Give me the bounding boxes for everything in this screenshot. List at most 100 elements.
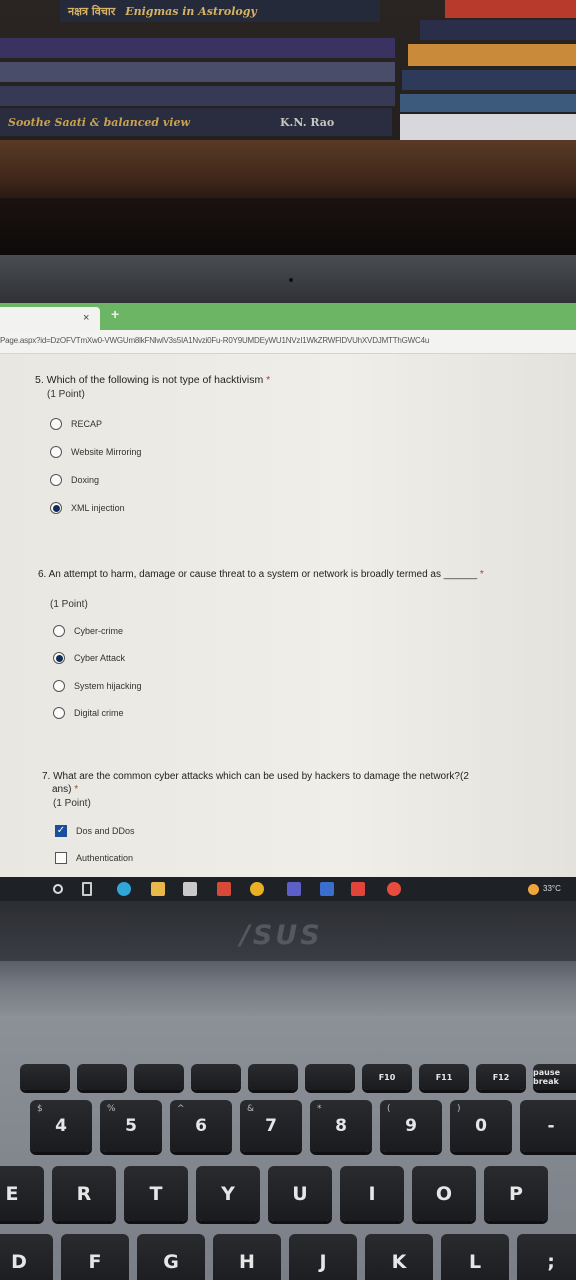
option-website-mirroring[interactable]: Website Mirroring bbox=[50, 446, 141, 458]
book-spine: Soothe Saati & balanced view K.N. Rao bbox=[0, 108, 392, 136]
key-label: 0 bbox=[475, 1116, 487, 1136]
function-key[interactable] bbox=[134, 1064, 184, 1090]
webcam bbox=[289, 278, 293, 282]
radio-button[interactable] bbox=[50, 418, 62, 430]
task-view-icon[interactable] bbox=[82, 882, 92, 896]
radio-button-selected[interactable] bbox=[53, 652, 65, 664]
bookshelf: नक्षत्र विचार Enigmas in Astrology Sooth… bbox=[0, 0, 576, 260]
function-key[interactable] bbox=[191, 1064, 241, 1090]
tab-close-button[interactable]: × bbox=[83, 312, 89, 324]
option-cyber-crime[interactable]: Cyber-crime bbox=[53, 625, 123, 637]
key-shift-label: * bbox=[317, 1104, 322, 1114]
radio-button[interactable] bbox=[53, 707, 65, 719]
function-key[interactable] bbox=[77, 1064, 127, 1090]
radio-button-selected[interactable] bbox=[50, 502, 62, 514]
number-key[interactable]: 7 & bbox=[240, 1100, 302, 1152]
book-title: Soothe Saati & balanced view bbox=[8, 115, 190, 129]
function-key[interactable] bbox=[20, 1064, 70, 1090]
question-7-points: (1 Point) bbox=[53, 798, 91, 809]
book-spine bbox=[445, 0, 576, 18]
question-text: 7. What are the common cyber attacks whi… bbox=[42, 771, 469, 782]
teams-icon[interactable] bbox=[287, 882, 301, 896]
letter-key[interactable]: F bbox=[61, 1234, 129, 1280]
browser-tab[interactable]: × bbox=[0, 307, 100, 330]
option-xml-injection[interactable]: XML injection bbox=[50, 502, 125, 514]
letter-key[interactable]: U bbox=[268, 1166, 332, 1221]
option-system-hijacking[interactable]: System hijacking bbox=[53, 680, 142, 692]
question-5-points: (1 Point) bbox=[47, 389, 85, 400]
weather-icon[interactable] bbox=[528, 884, 539, 895]
letter-key[interactable]: J bbox=[289, 1234, 357, 1280]
shelf-shadow bbox=[0, 198, 576, 260]
key-label: F10 bbox=[378, 1072, 396, 1082]
option-dos-ddos[interactable]: ✓ Dos and DDos bbox=[55, 825, 135, 837]
key-shift-label: % bbox=[107, 1104, 116, 1114]
book-spine bbox=[420, 20, 576, 40]
option-digital-crime[interactable]: Digital crime bbox=[53, 707, 124, 719]
function-key[interactable]: pause break bbox=[533, 1064, 576, 1090]
letter-key[interactable]: T bbox=[124, 1166, 188, 1221]
number-key[interactable]: - bbox=[520, 1100, 576, 1152]
letter-key[interactable]: I bbox=[340, 1166, 404, 1221]
option-cyber-attack[interactable]: Cyber Attack bbox=[53, 652, 125, 664]
key-label: - bbox=[547, 1116, 555, 1136]
required-mark: * bbox=[266, 374, 271, 386]
letter-key[interactable]: ; bbox=[517, 1234, 576, 1280]
temperature-readout[interactable]: 33°C bbox=[543, 884, 561, 893]
function-key[interactable]: F10 bbox=[362, 1064, 412, 1090]
letter-key[interactable]: G bbox=[137, 1234, 205, 1280]
radio-button[interactable] bbox=[53, 625, 65, 637]
number-key[interactable]: 9( bbox=[380, 1100, 442, 1152]
photoshop-icon[interactable] bbox=[351, 882, 365, 896]
edge-browser-icon[interactable] bbox=[117, 882, 131, 896]
search-icon[interactable] bbox=[53, 884, 63, 894]
letter-key[interactable]: K bbox=[365, 1234, 433, 1280]
checkbox-checked[interactable]: ✓ bbox=[55, 825, 67, 837]
option-label: RECAP bbox=[71, 419, 103, 429]
radio-button[interactable] bbox=[53, 680, 65, 692]
file-explorer-icon[interactable] bbox=[151, 882, 165, 896]
required-mark: * bbox=[479, 569, 484, 580]
book-title: Enigmas in Astrology bbox=[125, 4, 257, 18]
key-label: F12 bbox=[492, 1072, 510, 1082]
letter-key[interactable]: D bbox=[0, 1234, 53, 1280]
radio-button[interactable] bbox=[50, 474, 62, 486]
letter-key[interactable]: E bbox=[0, 1166, 44, 1221]
checkbox[interactable] bbox=[55, 852, 67, 864]
function-key[interactable]: F12 bbox=[476, 1064, 526, 1090]
function-key[interactable] bbox=[248, 1064, 298, 1090]
windows-taskbar: 33°C bbox=[0, 877, 576, 901]
letter-key[interactable]: R bbox=[52, 1166, 116, 1221]
store-icon[interactable] bbox=[183, 882, 197, 896]
question-7-title: 7. What are the common cyber attacks whi… bbox=[42, 770, 469, 796]
book-spine bbox=[408, 44, 576, 66]
calendar-app-icon[interactable] bbox=[217, 882, 231, 896]
option-authentication[interactable]: Authentication bbox=[55, 852, 133, 864]
option-doxing[interactable]: Doxing bbox=[50, 474, 99, 486]
new-tab-button[interactable]: + bbox=[111, 306, 119, 322]
address-bar[interactable]: Page.aspx?id=DzOFVTmXw0-VWGUm8lkFNlwlV3s… bbox=[0, 330, 576, 354]
letter-key[interactable]: O bbox=[412, 1166, 476, 1221]
option-recap[interactable]: RECAP bbox=[50, 418, 102, 430]
laptop-screen: × + Page.aspx?id=DzOFVTmXw0-VWGUm8lkFNlw… bbox=[0, 303, 576, 901]
number-key[interactable]: 0) bbox=[450, 1100, 512, 1152]
chrome-icon[interactable] bbox=[250, 882, 264, 896]
app-icon[interactable] bbox=[320, 882, 334, 896]
option-label: Dos and DDos bbox=[76, 826, 135, 836]
letter-key[interactable]: L bbox=[441, 1234, 509, 1280]
app-icon[interactable] bbox=[387, 882, 401, 896]
number-key[interactable]: 4 $ bbox=[30, 1100, 92, 1152]
function-key[interactable]: F11 bbox=[419, 1064, 469, 1090]
number-key[interactable]: 5% bbox=[100, 1100, 162, 1152]
number-key[interactable]: 8 * bbox=[310, 1100, 372, 1152]
function-key[interactable] bbox=[305, 1064, 355, 1090]
book-spine bbox=[400, 94, 576, 112]
key-label: J bbox=[319, 1250, 327, 1273]
letter-key[interactable]: P bbox=[484, 1166, 548, 1221]
number-key[interactable]: 6 ^ bbox=[170, 1100, 232, 1152]
url-text[interactable]: Page.aspx?id=DzOFVTmXw0-VWGUm8lkFNlwlV3s… bbox=[0, 336, 429, 345]
radio-button[interactable] bbox=[50, 446, 62, 458]
key-shift-label: & bbox=[247, 1104, 255, 1114]
letter-key[interactable]: H bbox=[213, 1234, 281, 1280]
letter-key[interactable]: Y bbox=[196, 1166, 260, 1221]
